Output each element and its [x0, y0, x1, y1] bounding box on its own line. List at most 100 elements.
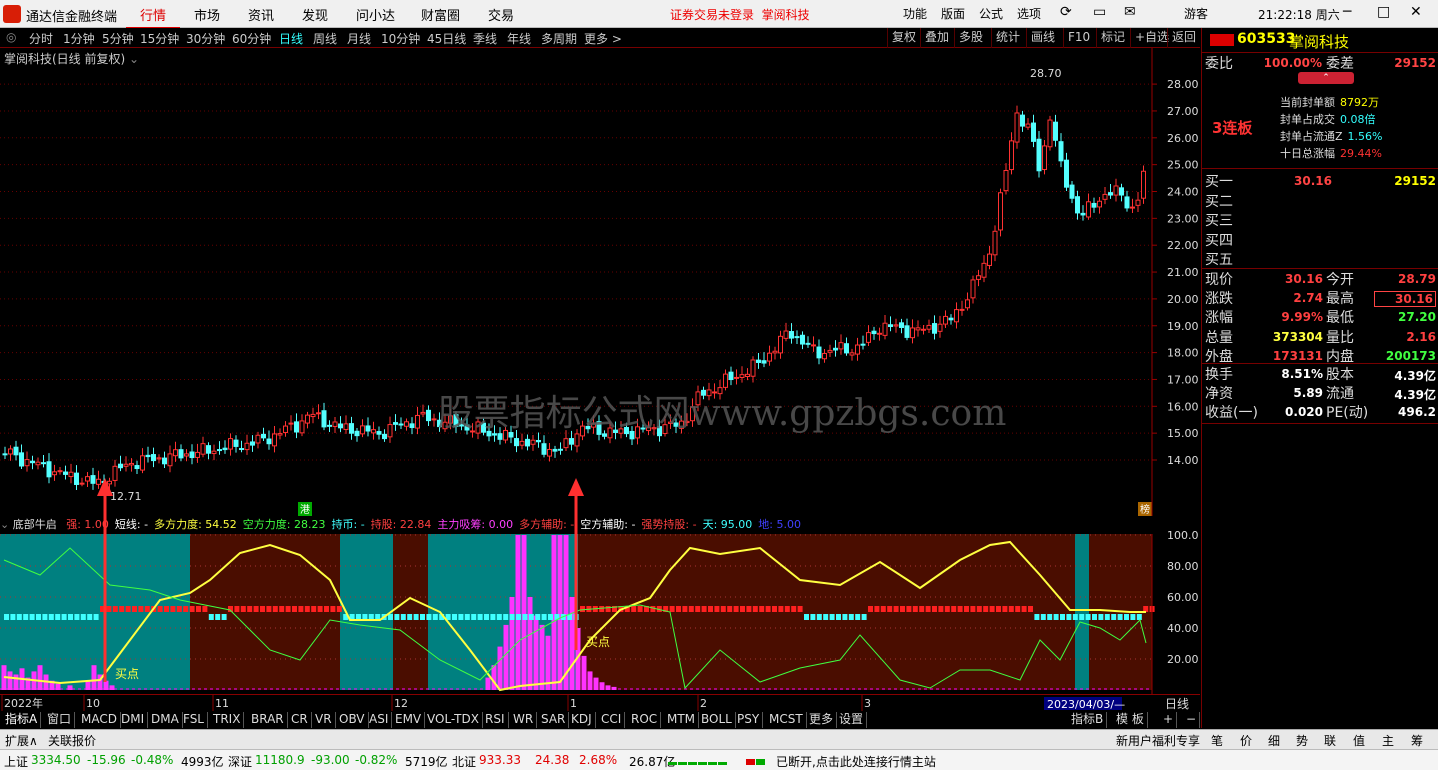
- period-fenshi[interactable]: 分时: [29, 30, 53, 47]
- tool-draw[interactable]: 画线: [1026, 28, 1059, 48]
- tool-back[interactable]: 返回: [1167, 28, 1200, 48]
- mail-icon[interactable]: ✉: [1124, 4, 1136, 20]
- status-right-2[interactable]: 价: [1240, 732, 1252, 749]
- tab-14[interactable]: RSI: [482, 712, 509, 728]
- tool-stats[interactable]: 统计: [991, 28, 1024, 48]
- status-right-5[interactable]: 联: [1324, 732, 1336, 749]
- status-right-3[interactable]: 细: [1268, 732, 1280, 749]
- kline-chart[interactable]: 股票指标公式网www.gpzbgs.com 28.70 12.71 港 榜 28…: [0, 48, 1200, 518]
- minimize-icon[interactable]: ─: [1343, 4, 1351, 20]
- menu-item-ask[interactable]: 问小达: [356, 5, 395, 24]
- index-name-2[interactable]: 北证: [452, 753, 476, 770]
- tab-18[interactable]: CCI: [598, 712, 626, 728]
- tab-right-0[interactable]: 指标B: [1068, 712, 1108, 728]
- candle-body: [393, 422, 398, 425]
- tool-multistock[interactable]: 多股: [954, 28, 987, 48]
- period-30min[interactable]: 30分钟: [186, 30, 225, 47]
- tab-13[interactable]: VOL-TDX: [424, 712, 483, 728]
- period-60min[interactable]: 60分钟: [232, 30, 271, 47]
- tab-23[interactable]: MCST: [766, 712, 807, 728]
- refresh-icon[interactable]: ⟳: [1060, 4, 1072, 20]
- guest-user[interactable]: 游客: [1184, 5, 1208, 22]
- menu-item-wealth[interactable]: 财富圈: [421, 5, 460, 24]
- menu-item-discover[interactable]: 发现: [302, 5, 328, 24]
- index-name-0[interactable]: 上证: [4, 753, 28, 770]
- tool-mark[interactable]: 标记: [1096, 28, 1129, 48]
- menu-item-market[interactable]: 市场: [194, 5, 220, 24]
- tab-12[interactable]: EMV: [392, 712, 426, 728]
- indicator-collapse-icon[interactable]: ⌄: [0, 518, 9, 531]
- signal-square: [170, 606, 176, 612]
- menu-item-hangqing[interactable]: 行情: [126, 5, 181, 29]
- expand-button[interactable]: 扩展∧: [5, 732, 38, 749]
- indicator-name[interactable]: 底部牛启: [13, 518, 57, 531]
- tab-4[interactable]: DMA: [148, 712, 183, 728]
- tab-16[interactable]: SAR: [538, 712, 570, 728]
- tab-24[interactable]: 更多: [806, 712, 838, 728]
- status-right-6[interactable]: 值: [1353, 732, 1365, 749]
- tab-11[interactable]: ASI: [366, 712, 393, 728]
- expand-chevron-icon[interactable]: ⌃: [1298, 72, 1354, 84]
- collapse-icon[interactable]: ◎: [6, 30, 16, 44]
- tab-9[interactable]: VR: [312, 712, 336, 728]
- tab-3[interactable]: DMI: [118, 712, 149, 728]
- period-quarter[interactable]: 季线: [473, 30, 497, 47]
- tab-20[interactable]: MTM: [664, 712, 700, 728]
- candle-body: [404, 421, 409, 427]
- tab-right-3[interactable]: −: [1183, 712, 1201, 728]
- tab-15[interactable]: WR: [510, 712, 538, 728]
- login-status[interactable]: 证券交易未登录 掌阅科技: [670, 6, 810, 23]
- tab-right-1[interactable]: 模 板: [1113, 712, 1148, 728]
- period-daily[interactable]: 日线: [279, 30, 303, 47]
- status-right-7[interactable]: 主: [1382, 732, 1394, 749]
- menu-item-news[interactable]: 资讯: [248, 5, 274, 24]
- period-weekly[interactable]: 周线: [313, 30, 337, 47]
- tool-overlay[interactable]: 叠加: [920, 28, 953, 48]
- period-more[interactable]: 更多 >: [584, 30, 622, 47]
- candle-body: [1058, 141, 1064, 162]
- period-45day[interactable]: 45日线: [427, 30, 466, 47]
- related-quotes[interactable]: 关联报价: [48, 732, 96, 749]
- net-status[interactable]: 已断开,点击此处连接行情主站: [776, 753, 936, 770]
- tool-fuquan[interactable]: 复权: [887, 28, 920, 48]
- signal-square: [157, 606, 163, 612]
- tool-f10[interactable]: F10: [1063, 28, 1094, 48]
- index-name-1[interactable]: 深证: [228, 753, 252, 770]
- status-right-4[interactable]: 势: [1296, 732, 1308, 749]
- tab-1[interactable]: 窗口: [44, 712, 76, 728]
- tab-2[interactable]: MACD: [78, 712, 121, 728]
- candle-body: [321, 410, 327, 428]
- status-right-0[interactable]: 新用户福利专享: [1116, 732, 1200, 749]
- close-icon[interactable]: ✕: [1410, 4, 1422, 20]
- tab-25[interactable]: 设置: [836, 712, 868, 728]
- tab-22[interactable]: PSY: [734, 712, 764, 728]
- period-monthly[interactable]: 月线: [347, 30, 371, 47]
- toolbar-formula[interactable]: 公式: [979, 5, 1003, 22]
- status-right-1[interactable]: 笔: [1211, 732, 1223, 749]
- candle-body: [778, 335, 783, 354]
- tab-5[interactable]: FSL: [180, 712, 208, 728]
- status-right-8[interactable]: 筹: [1411, 732, 1423, 749]
- tab-right-2[interactable]: +: [1160, 712, 1178, 728]
- period-5min[interactable]: 5分钟: [102, 30, 134, 47]
- maximize-icon[interactable]: □: [1377, 4, 1390, 20]
- tab-17[interactable]: KDJ: [568, 712, 596, 728]
- tab-0[interactable]: 指标A: [2, 712, 42, 728]
- tab-19[interactable]: ROC: [628, 712, 662, 728]
- tab-8[interactable]: CR: [288, 712, 312, 728]
- period-year[interactable]: 年线: [507, 30, 531, 47]
- period-10min[interactable]: 10分钟: [381, 30, 420, 47]
- tab-6[interactable]: TRIX: [210, 712, 245, 728]
- toolbar-layout[interactable]: 版面: [941, 5, 965, 22]
- period-15min[interactable]: 15分钟: [140, 30, 179, 47]
- period-1min[interactable]: 1分钟: [63, 30, 95, 47]
- toolbar-options[interactable]: 选项: [1017, 5, 1041, 22]
- tab-21[interactable]: BOLL: [698, 712, 736, 728]
- menu-item-trade[interactable]: 交易: [488, 5, 514, 24]
- indicator-chart[interactable]: 买点买点 100.080.0060.0040.0020.00: [0, 478, 1200, 694]
- period-multi[interactable]: 多周期: [541, 30, 577, 47]
- tab-10[interactable]: OBV: [336, 712, 369, 728]
- message-icon[interactable]: ▭: [1093, 4, 1106, 20]
- toolbar-function[interactable]: 功能: [903, 5, 927, 22]
- tab-7[interactable]: BRAR: [248, 712, 288, 728]
